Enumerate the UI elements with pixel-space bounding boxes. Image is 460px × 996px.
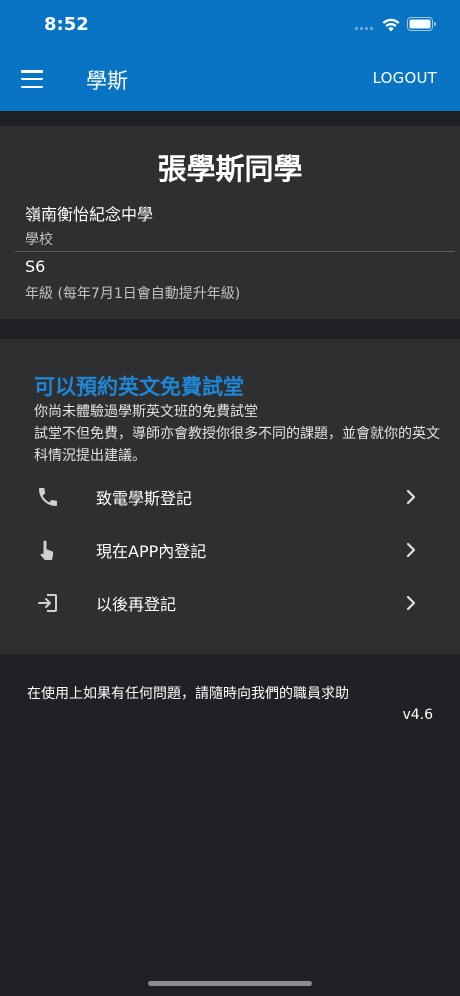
app-bar: 8:52 學斯 LOGOUT [0,0,460,111]
login-icon [38,594,57,612]
option-label: 現在APP內登記 [96,542,207,561]
student-name: 張學斯同學 [157,152,303,186]
logout-button[interactable]: LOGOUT [373,69,437,87]
version-label: v4.6 [402,707,433,723]
battery-icon [407,17,436,31]
app-register-option[interactable]: 現在APP內登記 [0,525,460,575]
signal-icon [355,27,377,31]
trial-description-line: 你尚未體驗過學斯英文班的免費試堂 [34,404,258,420]
app-title: 學斯 [86,69,128,93]
option-label: 以後再登記 [96,595,177,614]
call-register-option[interactable]: 致電學斯登記 [0,472,460,522]
trial-description: 你尚未體驗過學斯英文班的免費試堂 試堂不但免費，導師亦會教授你很多不同的課題，並… [34,401,444,467]
trial-description-line: 試堂不但免費，導師亦會教授你很多不同的課題，並會就你的英文科情況提出建議。 [34,426,440,464]
touch-icon [40,540,54,560]
divider [15,251,455,252]
status-time: 8:52 [44,14,89,35]
grade-value: S6 [25,257,46,276]
help-text: 在使用上如果有任何問題，請隨時向我們的職員求助 [27,686,349,702]
menu-icon[interactable] [21,70,43,88]
chevron-right-icon [406,489,416,505]
option-label: 致電學斯登記 [96,489,193,508]
school-label: 學校 [25,232,53,248]
home-indicator[interactable] [148,981,312,986]
chevron-right-icon [406,595,416,611]
profile-card: 張學斯同學 嶺南衡怡紀念中學 學校 S6 年級 (每年7月1日會自動提升年級) [0,126,460,319]
phone-icon [39,488,57,506]
trial-title: 可以預約英文免費試堂 [34,375,244,399]
screen: 8:52 學斯 LOGOUT 張學斯同學 嶺南衡怡紀念中學 學校 S6 年級 (… [0,0,460,996]
trial-card: 可以預約英文免費試堂 你尚未體驗過學斯英文班的免費試堂 試堂不但免費，導師亦會教… [0,339,460,654]
wifi-icon [382,18,400,32]
later-register-option[interactable]: 以後再登記 [0,578,460,628]
chevron-right-icon [406,542,416,558]
grade-label: 年級 (每年7月1日會自動提升年級) [25,286,241,302]
school-value: 嶺南衡怡紀念中學 [25,205,154,224]
